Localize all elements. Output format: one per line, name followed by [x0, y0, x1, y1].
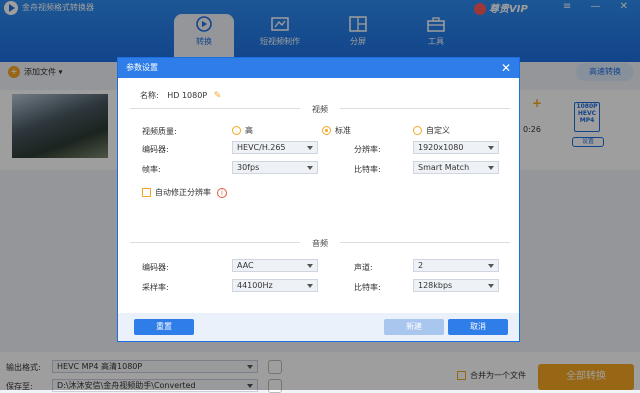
reset-button[interactable]: 重置 [134, 319, 194, 335]
channel-select[interactable]: 2 [413, 259, 499, 272]
quality-option-high[interactable]: 高 [232, 125, 253, 136]
quality-label: 视频质量: [142, 127, 177, 136]
checkbox-icon [142, 188, 151, 197]
cancel-button[interactable]: 取消 [448, 319, 508, 335]
bitrate-label: 比特率: [354, 165, 381, 174]
video-encoder-label: 编码器: [142, 145, 169, 154]
preset-name-row: 名称: HD 1080P ✎ [140, 90, 221, 101]
divider [130, 242, 300, 243]
radio-icon [413, 126, 422, 135]
divider [130, 108, 300, 109]
edit-icon[interactable]: ✎ [214, 91, 222, 101]
radio-icon [232, 126, 241, 135]
quality-option-standard[interactable]: 标准 [322, 125, 351, 136]
auto-fix-resolution-checkbox[interactable]: 自动修正分辨率 i [142, 187, 227, 198]
samplerate-select[interactable]: 44100Hz [232, 279, 318, 292]
name-label: 名称: [140, 91, 159, 100]
samplerate-label: 采样率: [142, 283, 169, 292]
audio-encoder-select[interactable]: AAC [232, 259, 318, 272]
divider [340, 242, 510, 243]
radio-selected-icon [322, 126, 331, 135]
framerate-select[interactable]: 30fps [232, 161, 318, 174]
audio-bitrate-select[interactable]: 128kbps [413, 279, 499, 292]
resolution-label: 分辨率: [354, 145, 381, 154]
audio-encoder-label: 编码器: [142, 263, 169, 272]
new-button[interactable]: 新建 [384, 319, 444, 335]
quality-option-custom[interactable]: 自定义 [413, 125, 450, 136]
resolution-select[interactable]: 1920x1080 [413, 141, 499, 154]
audio-section-header: 音频 [130, 238, 510, 249]
bitrate-select[interactable]: Smart Match [413, 161, 499, 174]
divider [340, 108, 510, 109]
info-icon[interactable]: i [217, 187, 227, 198]
dialog-footer: 重置 新建 取消 [118, 313, 519, 341]
channel-label: 声道: [354, 263, 373, 272]
video-section-header: 视频 [130, 104, 510, 115]
audio-bitrate-label: 比特率: [354, 283, 381, 292]
dialog-title: 参数设置 [126, 63, 158, 72]
dialog-header: 参数设置 ✕ [118, 58, 519, 78]
name-value: HD 1080P [167, 91, 208, 100]
framerate-label: 帧率: [142, 165, 161, 174]
close-icon[interactable]: ✕ [501, 58, 511, 78]
video-encoder-select[interactable]: HEVC/H.265 [232, 141, 318, 154]
settings-dialog: 参数设置 ✕ 名称: HD 1080P ✎ 视频 视频质量: 高 标准 自定义 … [117, 57, 520, 342]
